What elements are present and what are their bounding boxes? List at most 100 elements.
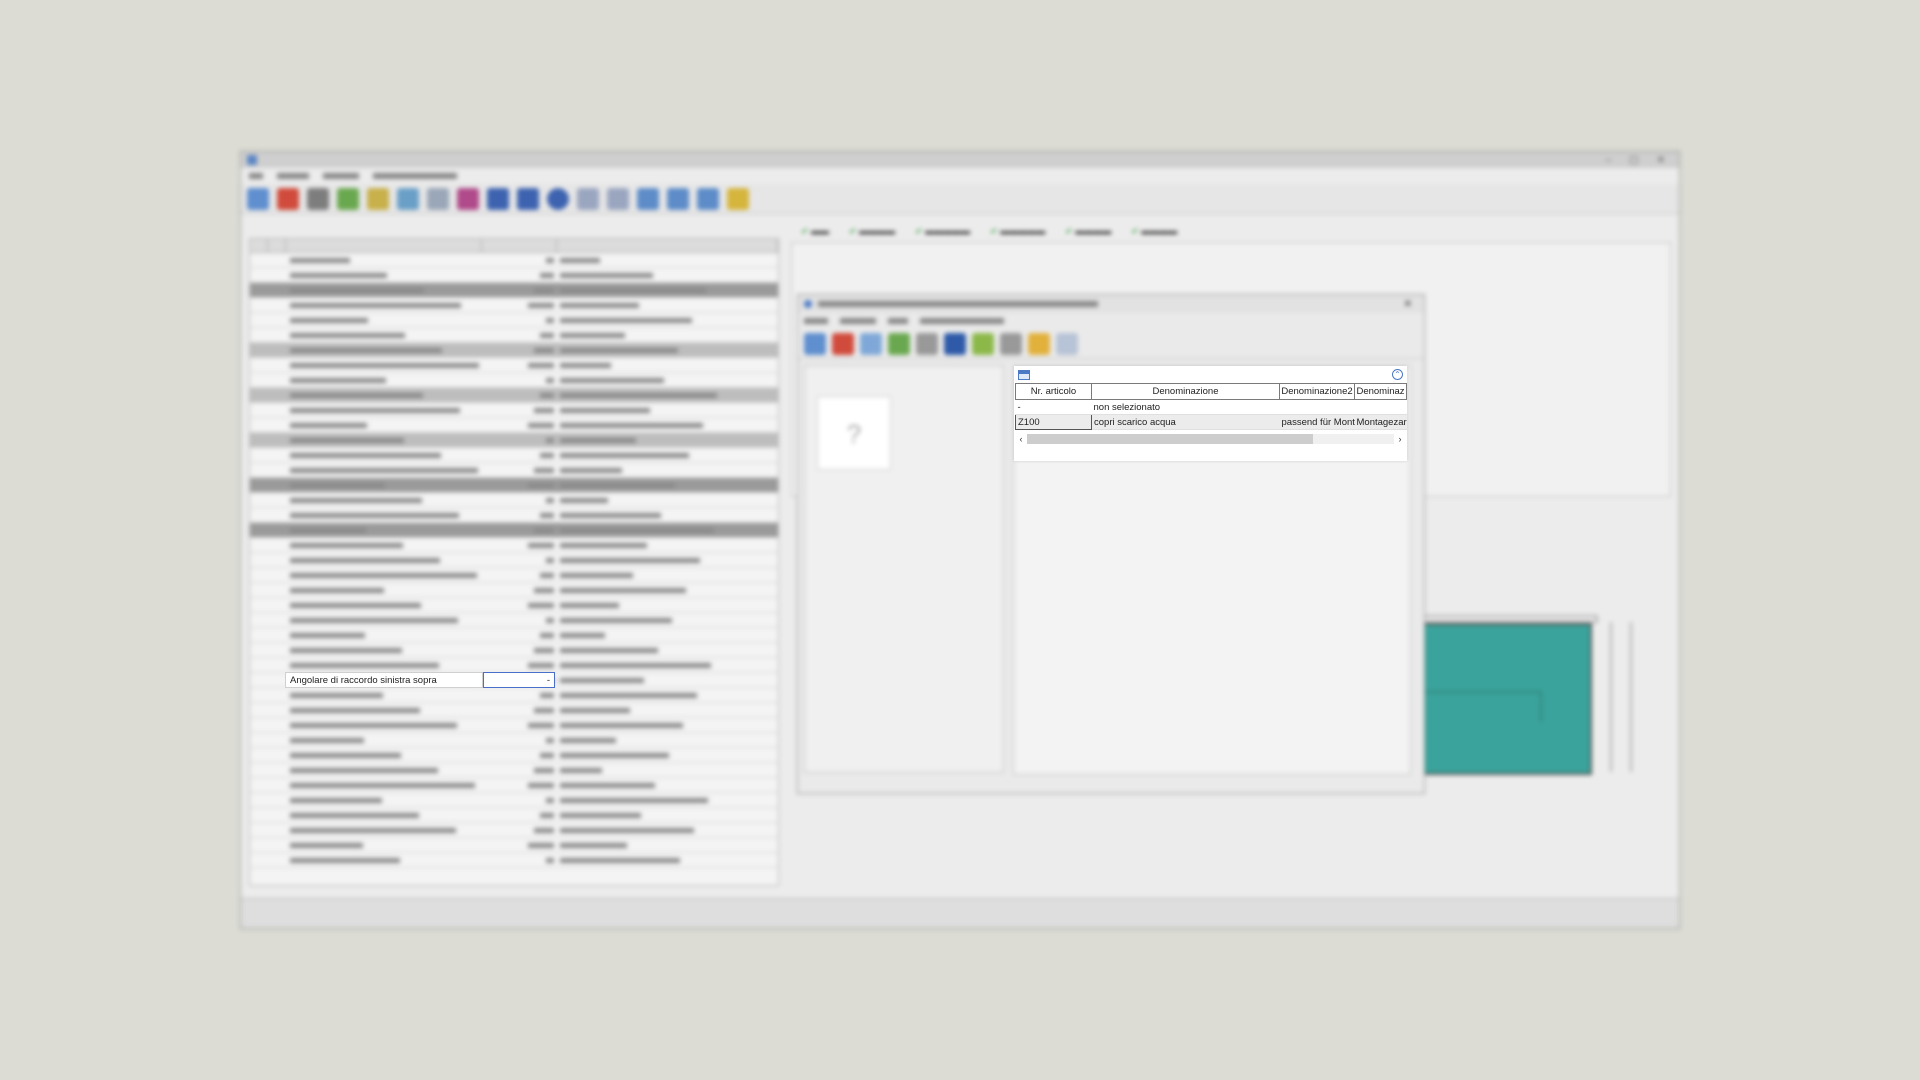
minimize-icon[interactable]: –: [1606, 155, 1612, 166]
property-row[interactable]: [250, 538, 778, 553]
property-row[interactable]: [250, 853, 778, 868]
property-row[interactable]: [250, 283, 778, 298]
scroll-left-icon[interactable]: ‹: [1015, 434, 1027, 444]
dialog-tool-8[interactable]: [1000, 332, 1022, 355]
property-row[interactable]: [250, 388, 778, 403]
cell-denomination2[interactable]: passend für Mont: [1279, 414, 1355, 430]
property-row[interactable]: [250, 778, 778, 793]
property-row[interactable]: [250, 328, 778, 343]
property-row[interactable]: [250, 838, 778, 853]
property-row[interactable]: [250, 448, 778, 463]
dialog-menu-3[interactable]: [888, 318, 908, 324]
column-header-article-number[interactable]: Nr. articolo: [1015, 383, 1092, 400]
toolbar-button-9[interactable]: [637, 187, 659, 210]
toolbar-button-7[interactable]: [427, 187, 449, 210]
toolbar-button-6[interactable]: [397, 187, 419, 210]
property-row[interactable]: [250, 703, 778, 718]
property-row[interactable]: [250, 643, 778, 658]
column-header-denomination3[interactable]: Denominaz: [1354, 383, 1407, 400]
property-row[interactable]: [250, 493, 778, 508]
previous-record-icon[interactable]: [517, 187, 539, 210]
column-header-denomination2[interactable]: Denominazione2: [1279, 383, 1355, 400]
dialog-close-icon[interactable]: ✕: [1404, 299, 1412, 310]
cell-article-number[interactable]: Z100: [1015, 414, 1092, 430]
tab-1[interactable]: ▬▬: [801, 226, 829, 237]
property-row[interactable]: [250, 793, 778, 808]
cell-article-number[interactable]: -: [1015, 399, 1092, 415]
property-row[interactable]: [250, 568, 778, 583]
toolbar-button-4[interactable]: [337, 187, 359, 210]
horizontal-scrollbar[interactable]: ‹ ›: [1015, 432, 1406, 446]
cell-denomination[interactable]: copri scarico acqua: [1091, 414, 1280, 430]
cell-denomination[interactable]: non selezionato: [1091, 399, 1280, 415]
property-row[interactable]: [250, 418, 778, 433]
toolbar-button-3[interactable]: [307, 187, 329, 210]
dialog-tool-7[interactable]: [972, 332, 994, 355]
property-row[interactable]: [250, 688, 778, 703]
menu-placeholder-2[interactable]: [277, 173, 309, 179]
dialog-tool-5[interactable]: [916, 332, 938, 355]
dialog-tool-10[interactable]: [1056, 332, 1078, 355]
property-row[interactable]: [250, 463, 778, 478]
collapse-up-icon[interactable]: ⌃: [1392, 369, 1403, 380]
property-row[interactable]: [250, 808, 778, 823]
property-row[interactable]: [250, 343, 778, 358]
property-row[interactable]: [250, 628, 778, 643]
menu-placeholder-3[interactable]: [323, 173, 359, 179]
property-row[interactable]: [250, 718, 778, 733]
toolbar-button-2[interactable]: [277, 187, 299, 210]
close-icon[interactable]: ✕: [1657, 155, 1665, 166]
tab-5[interactable]: ▬▬▬▬: [1065, 226, 1111, 237]
tab-2[interactable]: ▬▬▬▬: [849, 226, 895, 237]
toolbar-button-1[interactable]: [247, 187, 269, 210]
property-row[interactable]: [250, 433, 778, 448]
maximize-icon[interactable]: ▢: [1629, 155, 1638, 166]
property-row[interactable]: [250, 598, 778, 613]
property-row[interactable]: [250, 508, 778, 523]
property-row[interactable]: [250, 403, 778, 418]
property-row[interactable]: [250, 583, 778, 598]
cell-denomination2[interactable]: [1279, 399, 1355, 415]
column-header-denomination[interactable]: Denominazione: [1091, 383, 1280, 400]
cell-denomination3[interactable]: Montagezar: [1354, 414, 1407, 430]
toolbar-button-12[interactable]: [727, 187, 749, 210]
last-record-icon[interactable]: [607, 187, 629, 210]
grid-view-icon[interactable]: [1018, 369, 1030, 380]
property-row[interactable]: [250, 268, 778, 283]
first-record-icon[interactable]: [487, 187, 509, 210]
property-row[interactable]: [250, 658, 778, 673]
scroll-track[interactable]: [1027, 434, 1394, 444]
table-row[interactable]: - non selezionato: [1015, 399, 1407, 415]
tab-6[interactable]: ▬▬▬▬: [1131, 226, 1177, 237]
toolbar-button-11[interactable]: [697, 187, 719, 210]
property-value-input[interactable]: -: [483, 672, 555, 688]
dialog-tool-4[interactable]: [888, 332, 910, 355]
menu-placeholder-1[interactable]: [249, 173, 263, 179]
scroll-thumb[interactable]: [1027, 434, 1314, 444]
focused-property-row[interactable]: Angolare di raccordo sinistra sopra -: [285, 672, 555, 688]
property-row[interactable]: [250, 313, 778, 328]
cell-denomination3[interactable]: [1354, 399, 1407, 415]
scroll-right-icon[interactable]: ›: [1394, 434, 1406, 444]
table-row[interactable]: Z100 copri scarico acqua passend für Mon…: [1015, 414, 1407, 430]
property-row[interactable]: [250, 733, 778, 748]
dialog-tool-9[interactable]: [1028, 332, 1050, 355]
record-dot-icon[interactable]: [547, 187, 569, 210]
dialog-menu-4[interactable]: [920, 318, 1004, 324]
dialog-menu-1[interactable]: [804, 318, 828, 324]
property-row[interactable]: [250, 478, 778, 493]
tab-4[interactable]: ▬▬▬▬▬: [990, 226, 1045, 237]
property-row[interactable]: [250, 373, 778, 388]
dialog-menu-2[interactable]: [840, 318, 876, 324]
property-row[interactable]: [250, 748, 778, 763]
next-record-icon[interactable]: [577, 187, 599, 210]
property-row[interactable]: [250, 253, 778, 268]
property-row[interactable]: [250, 763, 778, 778]
dialog-tool-1[interactable]: [804, 332, 826, 355]
property-row[interactable]: [250, 298, 778, 313]
toolbar-button-10[interactable]: [667, 187, 689, 210]
dialog-tool-3[interactable]: [860, 332, 882, 355]
toolbar-button-5[interactable]: [367, 187, 389, 210]
tab-3[interactable]: ▬▬▬▬▬: [915, 226, 970, 237]
property-row[interactable]: [250, 613, 778, 628]
